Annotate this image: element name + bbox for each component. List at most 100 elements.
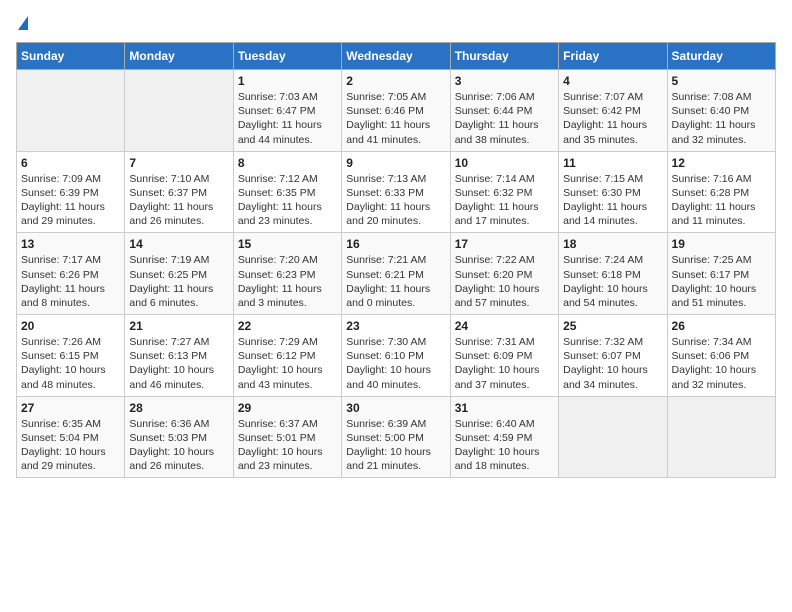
- calendar-cell: [17, 70, 125, 152]
- day-number: 26: [672, 319, 771, 333]
- calendar-cell: 29 Sunrise: 6:37 AMSunset: 5:01 PMDayligh…: [233, 396, 341, 478]
- calendar-cell: 10 Sunrise: 7:14 AMSunset: 6:32 PMDayligh…: [450, 151, 558, 233]
- calendar-cell: 17 Sunrise: 7:22 AMSunset: 6:20 PMDayligh…: [450, 233, 558, 315]
- day-number: 8: [238, 156, 337, 170]
- day-number: 29: [238, 401, 337, 415]
- calendar-cell: 26 Sunrise: 7:34 AMSunset: 6:06 PMDayligh…: [667, 315, 775, 397]
- day-info: Sunrise: 7:34 AMSunset: 6:06 PMDaylight:…: [672, 335, 771, 392]
- calendar-week-row: 6 Sunrise: 7:09 AMSunset: 6:39 PMDaylight…: [17, 151, 776, 233]
- day-info: Sunrise: 6:39 AMSunset: 5:00 PMDaylight:…: [346, 417, 445, 474]
- calendar-header-row: SundayMondayTuesdayWednesdayThursdayFrid…: [17, 43, 776, 70]
- page-header: [16, 16, 776, 30]
- logo: [16, 16, 28, 30]
- calendar-cell: 1Sunrise: 7:03 AMSunset: 6:47 PMDaylight…: [233, 70, 341, 152]
- calendar-cell: 11Sunrise: 7:15 AMSunset: 6:30 PMDayligh…: [559, 151, 667, 233]
- calendar-cell: 13Sunrise: 7:17 AMSunset: 6:26 PMDayligh…: [17, 233, 125, 315]
- calendar-cell: 25Sunrise: 7:32 AMSunset: 6:07 PMDayligh…: [559, 315, 667, 397]
- day-number: 2: [346, 74, 445, 88]
- day-info: Sunrise: 7:24 AMSunset: 6:18 PMDaylight:…: [563, 253, 662, 310]
- day-info: Sunrise: 7:22 AMSunset: 6:20 PMDaylight:…: [455, 253, 554, 310]
- day-info: Sunrise: 7:26 AMSunset: 6:15 PMDaylight:…: [21, 335, 120, 392]
- day-number: 27: [21, 401, 120, 415]
- calendar-cell: 16 Sunrise: 7:21 AMSunset: 6:21 PMDayligh…: [342, 233, 450, 315]
- day-number: 17: [455, 237, 554, 251]
- day-info: Sunrise: 7:03 AMSunset: 6:47 PMDaylight:…: [238, 90, 337, 147]
- calendar-cell: [125, 70, 233, 152]
- calendar-cell: 24 Sunrise: 7:31 AMSunset: 6:09 PMDayligh…: [450, 315, 558, 397]
- day-info: Sunrise: 7:31 AMSunset: 6:09 PMDaylight:…: [455, 335, 554, 392]
- day-number: 31: [455, 401, 554, 415]
- day-number: 9: [346, 156, 445, 170]
- day-number: 4: [563, 74, 662, 88]
- calendar-week-row: 20 Sunrise: 7:26 AMSunset: 6:15 PMDayligh…: [17, 315, 776, 397]
- calendar-table: SundayMondayTuesdayWednesdayThursdayFrid…: [16, 42, 776, 478]
- calendar-cell: [559, 396, 667, 478]
- day-number: 15: [238, 237, 337, 251]
- day-info: Sunrise: 7:21 AMSunset: 6:21 PMDaylight:…: [346, 253, 445, 310]
- calendar-cell: 14 Sunrise: 7:19 AMSunset: 6:25 PMDayligh…: [125, 233, 233, 315]
- calendar-cell: 9 Sunrise: 7:13 AMSunset: 6:33 PMDaylight…: [342, 151, 450, 233]
- day-number: 24: [455, 319, 554, 333]
- calendar-cell: 8Sunrise: 7:12 AMSunset: 6:35 PMDaylight…: [233, 151, 341, 233]
- day-info: Sunrise: 7:08 AMSunset: 6:40 PMDaylight:…: [672, 90, 771, 147]
- calendar-cell: 19 Sunrise: 7:25 AMSunset: 6:17 PMDayligh…: [667, 233, 775, 315]
- day-of-week-header: Friday: [559, 43, 667, 70]
- day-info: Sunrise: 6:36 AMSunset: 5:03 PMDaylight:…: [129, 417, 228, 474]
- day-number: 23: [346, 319, 445, 333]
- day-of-week-header: Tuesday: [233, 43, 341, 70]
- day-info: Sunrise: 6:35 AMSunset: 5:04 PMDaylight:…: [21, 417, 120, 474]
- day-info: Sunrise: 7:07 AMSunset: 6:42 PMDaylight:…: [563, 90, 662, 147]
- day-info: Sunrise: 7:27 AMSunset: 6:13 PMDaylight:…: [129, 335, 228, 392]
- calendar-cell: [667, 396, 775, 478]
- calendar-cell: 23Sunrise: 7:30 AMSunset: 6:10 PMDayligh…: [342, 315, 450, 397]
- day-of-week-header: Sunday: [17, 43, 125, 70]
- day-number: 28: [129, 401, 228, 415]
- calendar-cell: 18 Sunrise: 7:24 AMSunset: 6:18 PMDayligh…: [559, 233, 667, 315]
- day-number: 6: [21, 156, 120, 170]
- calendar-cell: 20 Sunrise: 7:26 AMSunset: 6:15 PMDayligh…: [17, 315, 125, 397]
- day-info: Sunrise: 7:05 AMSunset: 6:46 PMDaylight:…: [346, 90, 445, 147]
- day-number: 3: [455, 74, 554, 88]
- day-number: 10: [455, 156, 554, 170]
- day-info: Sunrise: 7:09 AMSunset: 6:39 PMDaylight:…: [21, 172, 120, 229]
- day-info: Sunrise: 7:14 AMSunset: 6:32 PMDaylight:…: [455, 172, 554, 229]
- day-info: Sunrise: 7:06 AMSunset: 6:44 PMDaylight:…: [455, 90, 554, 147]
- calendar-cell: 31 Sunrise: 6:40 AMSunset: 4:59 PMDayligh…: [450, 396, 558, 478]
- day-number: 12: [672, 156, 771, 170]
- day-of-week-header: Wednesday: [342, 43, 450, 70]
- day-number: 20: [21, 319, 120, 333]
- day-info: Sunrise: 7:13 AMSunset: 6:33 PMDaylight:…: [346, 172, 445, 229]
- calendar-cell: 27 Sunrise: 6:35 AMSunset: 5:04 PMDayligh…: [17, 396, 125, 478]
- day-number: 22: [238, 319, 337, 333]
- day-info: Sunrise: 7:20 AMSunset: 6:23 PMDaylight:…: [238, 253, 337, 310]
- calendar-week-row: 13Sunrise: 7:17 AMSunset: 6:26 PMDayligh…: [17, 233, 776, 315]
- logo-triangle-icon: [18, 16, 28, 30]
- day-number: 14: [129, 237, 228, 251]
- day-number: 19: [672, 237, 771, 251]
- calendar-cell: 3 Sunrise: 7:06 AMSunset: 6:44 PMDaylight…: [450, 70, 558, 152]
- day-info: Sunrise: 6:37 AMSunset: 5:01 PMDaylight:…: [238, 417, 337, 474]
- day-number: 7: [129, 156, 228, 170]
- day-info: Sunrise: 7:17 AMSunset: 6:26 PMDaylight:…: [21, 253, 120, 310]
- day-number: 21: [129, 319, 228, 333]
- calendar-cell: 22Sunrise: 7:29 AMSunset: 6:12 PMDayligh…: [233, 315, 341, 397]
- day-number: 30: [346, 401, 445, 415]
- calendar-cell: 6 Sunrise: 7:09 AMSunset: 6:39 PMDaylight…: [17, 151, 125, 233]
- calendar-cell: 30 Sunrise: 6:39 AMSunset: 5:00 PMDayligh…: [342, 396, 450, 478]
- day-info: Sunrise: 7:25 AMSunset: 6:17 PMDaylight:…: [672, 253, 771, 310]
- calendar-cell: 21 Sunrise: 7:27 AMSunset: 6:13 PMDayligh…: [125, 315, 233, 397]
- day-number: 11: [563, 156, 662, 170]
- calendar-cell: 28 Sunrise: 6:36 AMSunset: 5:03 PMDayligh…: [125, 396, 233, 478]
- calendar-cell: 5 Sunrise: 7:08 AMSunset: 6:40 PMDaylight…: [667, 70, 775, 152]
- day-of-week-header: Thursday: [450, 43, 558, 70]
- calendar-cell: 15 Sunrise: 7:20 AMSunset: 6:23 PMDayligh…: [233, 233, 341, 315]
- day-info: Sunrise: 6:40 AMSunset: 4:59 PMDaylight:…: [455, 417, 554, 474]
- day-number: 16: [346, 237, 445, 251]
- day-number: 18: [563, 237, 662, 251]
- calendar-week-row: 1Sunrise: 7:03 AMSunset: 6:47 PMDaylight…: [17, 70, 776, 152]
- calendar-week-row: 27 Sunrise: 6:35 AMSunset: 5:04 PMDayligh…: [17, 396, 776, 478]
- day-number: 5: [672, 74, 771, 88]
- day-info: Sunrise: 7:19 AMSunset: 6:25 PMDaylight:…: [129, 253, 228, 310]
- day-info: Sunrise: 7:16 AMSunset: 6:28 PMDaylight:…: [672, 172, 771, 229]
- calendar-cell: 7Sunrise: 7:10 AMSunset: 6:37 PMDaylight…: [125, 151, 233, 233]
